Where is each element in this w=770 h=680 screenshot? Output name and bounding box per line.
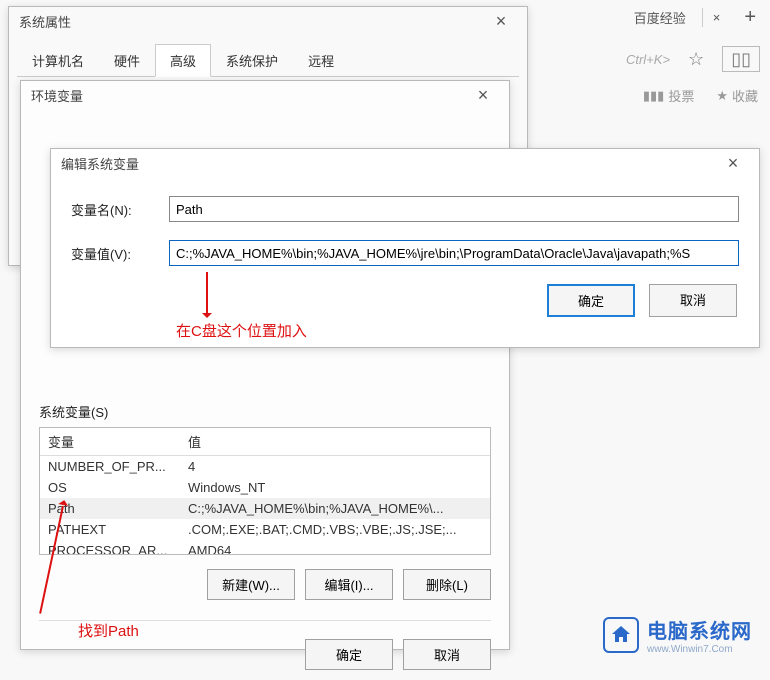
variable-value-input[interactable]: [169, 240, 739, 266]
address-bar-hint[interactable]: Ctrl+K>: [626, 52, 670, 67]
library-icon[interactable]: ▯▯: [722, 46, 760, 72]
tab-computer-name[interactable]: 计算机名: [17, 44, 99, 76]
bookmark-star-icon[interactable]: ☆: [680, 49, 712, 70]
tab-strip: 计算机名 硬件 高级 系统保护 远程: [17, 44, 519, 77]
variable-value-label: 变量值(V):: [71, 244, 151, 263]
tab-advanced[interactable]: 高级: [155, 44, 211, 77]
ok-button[interactable]: 确定: [547, 284, 635, 317]
house-icon: [603, 617, 639, 653]
variable-name-input[interactable]: [169, 196, 739, 222]
tab-system-protection[interactable]: 系统保护: [211, 44, 293, 76]
new-tab-icon[interactable]: +: [730, 6, 770, 29]
vote-button[interactable]: ▮▮▮投票: [643, 86, 694, 105]
table-row[interactable]: PATHEXT.COM;.EXE;.BAT;.CMD;.VBS;.VBE;.JS…: [40, 519, 490, 540]
cancel-button[interactable]: 取消: [649, 284, 737, 317]
tab-remote[interactable]: 远程: [293, 44, 349, 76]
dialog-title: 编辑系统变量: [61, 154, 139, 173]
browser-tab-title[interactable]: 百度经验: [618, 8, 703, 27]
tab-close-icon[interactable]: ×: [713, 10, 721, 25]
window-title: 环境变量: [31, 86, 83, 105]
logo-url: www.Winwin7.Com: [647, 644, 752, 655]
variable-name-label: 变量名(N):: [71, 200, 151, 219]
table-row-path[interactable]: PathC:;%JAVA_HOME%\bin;%JAVA_HOME%\...: [40, 498, 490, 519]
ok-button[interactable]: 确定: [305, 639, 393, 670]
column-header-value[interactable]: 值: [180, 428, 490, 456]
close-icon[interactable]: ×: [463, 85, 503, 106]
window-title: 系统属性: [19, 12, 71, 31]
table-row[interactable]: NUMBER_OF_PR...4: [40, 456, 490, 478]
logo-name: 电脑系统网: [647, 615, 752, 644]
favorite-button[interactable]: ★收藏: [716, 86, 758, 105]
edit-system-variable-dialog: 编辑系统变量 × 变量名(N): 变量值(V): 确定 取消: [50, 148, 760, 348]
system-variables-table[interactable]: 变量 值 NUMBER_OF_PR...4 OSWindows_NT PathC…: [39, 427, 491, 555]
tab-hardware[interactable]: 硬件: [99, 44, 155, 76]
new-button[interactable]: 新建(W)...: [207, 569, 295, 600]
close-icon[interactable]: ×: [713, 153, 753, 174]
star-icon: ★: [716, 88, 728, 104]
bar-chart-icon: ▮▮▮: [643, 88, 664, 104]
cancel-button[interactable]: 取消: [403, 639, 491, 670]
system-variables-label: 系统变量(S): [39, 402, 491, 421]
browser-tab-strip: 百度经验 × +: [618, 6, 770, 29]
close-icon[interactable]: ×: [481, 11, 521, 32]
table-row[interactable]: PROCESSOR_AR...AMD64: [40, 540, 490, 555]
table-row[interactable]: OSWindows_NT: [40, 477, 490, 498]
page-actions: ▮▮▮投票 ★收藏: [643, 86, 758, 105]
watermark-logo: 电脑系统网 www.Winwin7.Com: [603, 615, 752, 655]
column-header-variable[interactable]: 变量: [40, 428, 180, 456]
delete-button[interactable]: 删除(L): [403, 569, 491, 600]
edit-button[interactable]: 编辑(I)...: [305, 569, 393, 600]
